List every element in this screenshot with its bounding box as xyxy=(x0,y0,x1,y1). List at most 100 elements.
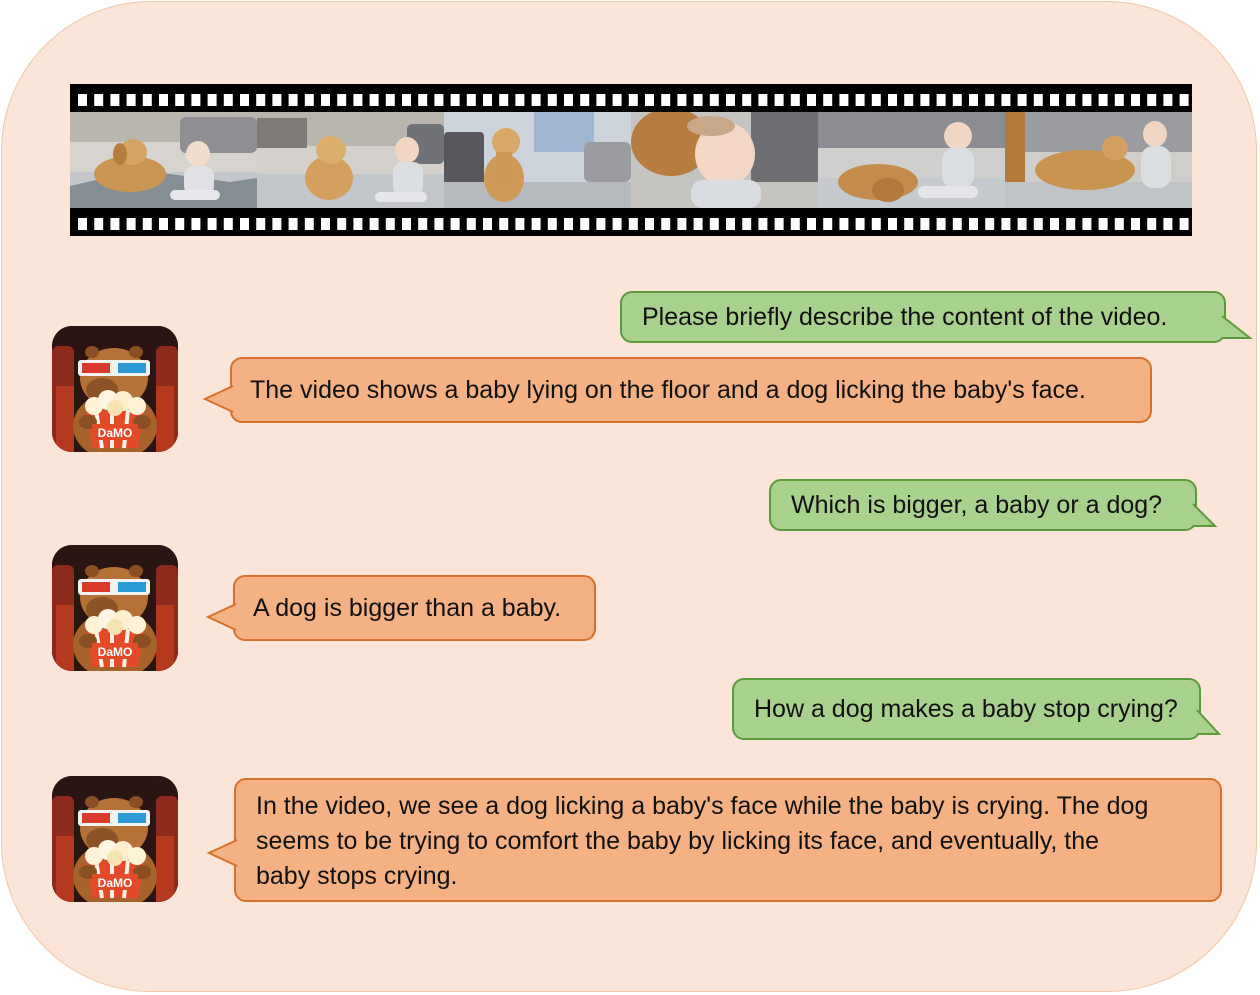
sprocket-hole xyxy=(645,218,654,230)
sprocket-hole xyxy=(969,94,978,106)
assistant-message-line: baby stops crying. xyxy=(256,862,458,890)
sprocket-hole xyxy=(677,94,687,106)
sprocket-hole xyxy=(774,218,784,230)
assistant-message-text: A dog is bigger than a baby. xyxy=(253,594,562,622)
sprocket-hole xyxy=(1066,218,1076,230)
sprocket-hole xyxy=(175,94,185,106)
capybara-popcorn-icon: DaMO xyxy=(52,776,178,902)
sprocket-hole xyxy=(499,94,509,106)
sprocket-hole xyxy=(450,218,460,230)
sprocket-hole xyxy=(807,218,816,230)
sprocket-hole xyxy=(288,94,298,106)
sprocket-hole xyxy=(920,94,930,106)
sprocket-hole xyxy=(564,94,573,106)
assistant-avatar: DaMO xyxy=(52,326,178,452)
assistant-avatar: DaMO xyxy=(52,776,178,902)
sprocket-hole xyxy=(1131,94,1140,106)
video-filmstrip xyxy=(70,84,1192,236)
sprocket-hole xyxy=(483,218,492,230)
sprocket-hole xyxy=(207,94,217,106)
sprocket-hole xyxy=(790,218,800,230)
sprocket-hole xyxy=(677,218,687,230)
sprocket-hole xyxy=(1017,94,1027,106)
sprocket-hole xyxy=(758,218,768,230)
sprocket-hole xyxy=(936,94,946,106)
sprocket-hole xyxy=(337,94,347,106)
sprocket-hole xyxy=(159,218,168,230)
sprocket-hole xyxy=(823,218,833,230)
sprocket-hole xyxy=(888,218,897,230)
sprocket-hole xyxy=(580,218,590,230)
sprocket-hole xyxy=(126,218,136,230)
sprocket-hole xyxy=(1082,94,1092,106)
sprocket-hole xyxy=(774,94,784,106)
sprocket-hole xyxy=(807,94,816,106)
sprocket-hole xyxy=(1179,94,1189,106)
sprocket-hole xyxy=(207,218,217,230)
sprocket-hole xyxy=(1082,218,1092,230)
video-frame-4 xyxy=(631,112,818,208)
sprocket-hole xyxy=(709,94,719,106)
sprocket-hole xyxy=(466,94,476,106)
sprocket-hole xyxy=(418,94,428,106)
assistant-message-1: The video shows a baby lying on the floo… xyxy=(230,357,1152,423)
avatar-label: DaMO xyxy=(98,645,133,659)
user-message-3: How a dog makes a baby stop crying? xyxy=(732,678,1201,740)
user-message-text: How a dog makes a baby stop crying? xyxy=(754,695,1178,723)
sprocket-hole xyxy=(304,218,314,230)
sprocket-hole xyxy=(191,94,201,106)
sprocket-hole xyxy=(223,94,233,106)
sprocket-hole xyxy=(434,94,444,106)
sprocket-hole xyxy=(839,218,849,230)
sprocket-hole xyxy=(1098,218,1108,230)
sprocket-hole xyxy=(304,94,314,106)
sprocket-hole xyxy=(1147,218,1157,230)
sprocket-hole xyxy=(1001,218,1011,230)
sprocket-hole xyxy=(645,94,654,106)
sprocket-hole xyxy=(288,218,298,230)
sprocket-hole xyxy=(531,218,541,230)
sprocket-hole xyxy=(1114,218,1124,230)
sprocket-hole xyxy=(888,94,897,106)
sprocket-hole xyxy=(580,94,590,106)
sprocket-hole xyxy=(628,94,638,106)
sprocket-hole xyxy=(369,218,379,230)
sprocket-hole xyxy=(499,218,509,230)
sprocket-hole xyxy=(321,94,330,106)
sprocket-hole xyxy=(191,218,201,230)
sprocket-hole xyxy=(434,218,444,230)
user-message-1: Please briefly describe the content of t… xyxy=(620,291,1226,343)
sprocket-hole xyxy=(547,218,557,230)
sprocket-hole xyxy=(855,94,865,106)
sprocket-hole xyxy=(596,94,606,106)
sprocket-hole xyxy=(726,94,735,106)
sprocket-hole xyxy=(78,218,87,230)
sprocket-hole xyxy=(612,218,622,230)
sprocket-hole xyxy=(661,218,671,230)
sprocket-hole xyxy=(564,218,573,230)
sprocket-hole xyxy=(904,94,914,106)
sprocket-hole xyxy=(337,218,347,230)
sprocket-hole xyxy=(466,218,476,230)
avatar-label: DaMO xyxy=(98,876,133,890)
video-frame-2 xyxy=(257,112,444,208)
sprocket-hole xyxy=(110,94,120,106)
sprocket-hole xyxy=(240,94,249,106)
sprocket-hole xyxy=(920,218,930,230)
sprocket-hole xyxy=(142,218,152,230)
user-message-2: Which is bigger, a baby or a dog? xyxy=(769,479,1197,531)
user-bubble-tail xyxy=(1195,709,1222,735)
sprocket-hole xyxy=(1098,94,1108,106)
sprocket-hole xyxy=(693,218,703,230)
sprocket-hole xyxy=(126,94,136,106)
sprocket-hole xyxy=(823,94,833,106)
sprocket-hole xyxy=(272,218,282,230)
sprocket-hole xyxy=(952,218,962,230)
user-bubble-tail xyxy=(1191,503,1218,527)
sprocket-hole xyxy=(385,94,395,106)
sprocket-hole xyxy=(1017,218,1027,230)
sprocket-hole xyxy=(628,218,638,230)
sprocket-hole xyxy=(175,218,185,230)
video-frame-3 xyxy=(444,112,631,208)
sprocket-hole xyxy=(223,218,233,230)
